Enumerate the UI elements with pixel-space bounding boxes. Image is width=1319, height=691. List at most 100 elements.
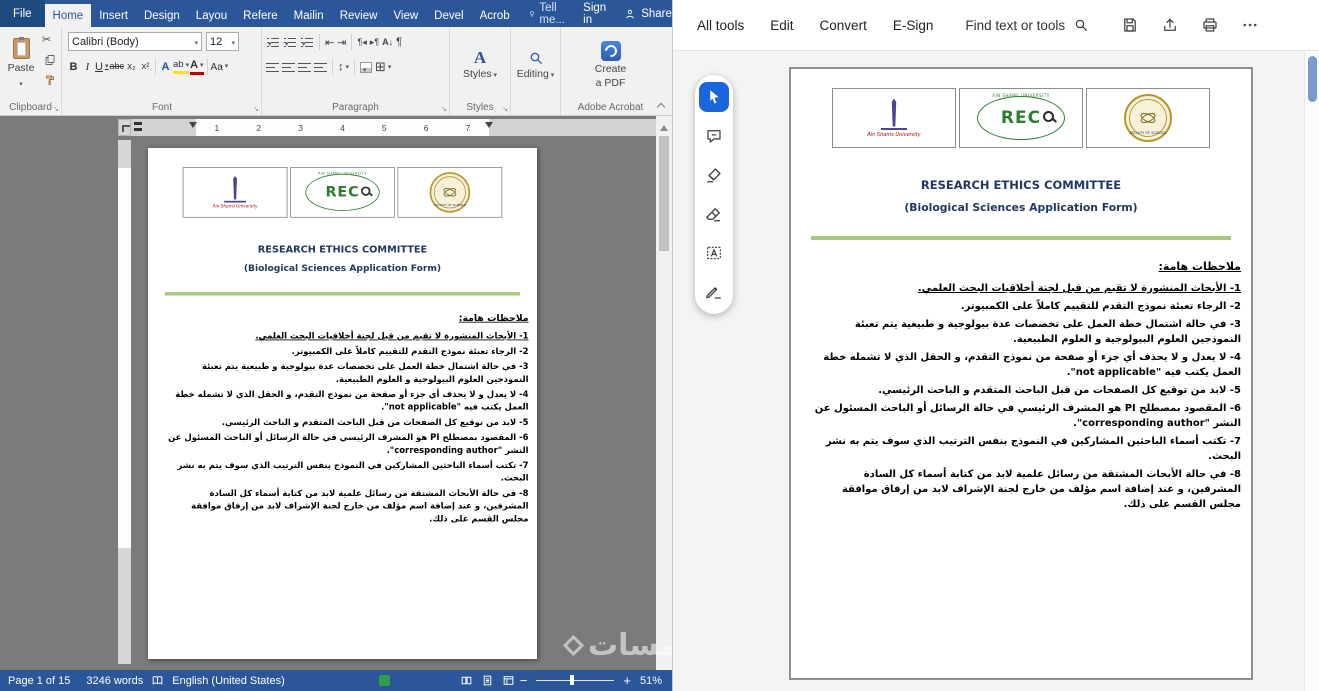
faculty-logo-caption: FACULTY OF SCIENCE (434, 203, 466, 207)
share-label: Share (641, 7, 672, 20)
word-vertical-scrollbar[interactable] (656, 116, 672, 670)
change-case-button[interactable]: Aa (211, 62, 229, 73)
more-options-button[interactable] (1235, 10, 1265, 40)
indent-marker[interactable] (189, 122, 197, 132)
font-group-label: Font (151, 102, 172, 113)
tab-developer[interactable]: Devel (426, 4, 471, 27)
superscript-button[interactable]: x² (139, 61, 152, 72)
menu-esign[interactable]: E-Sign (893, 18, 934, 33)
page-count-status[interactable]: Page 1 of 15 (0, 675, 78, 687)
eraser-tool[interactable] (699, 199, 729, 229)
tab-view[interactable]: View (385, 4, 426, 27)
decrease-indent-button[interactable] (325, 36, 334, 49)
subscript-button[interactable]: x₂ (125, 61, 138, 72)
dialog-launcher-icon[interactable] (502, 105, 508, 113)
dialog-launcher-icon[interactable] (53, 105, 59, 113)
justify-button[interactable] (314, 62, 327, 72)
highlight-color-button[interactable]: ab (172, 59, 190, 74)
cut-button[interactable] (42, 32, 58, 47)
read-mode-icon[interactable] (460, 674, 473, 687)
font-name-dropdown[interactable]: Calibri (Body) (68, 32, 202, 51)
paste-button[interactable]: Paste (3, 31, 39, 95)
align-center-button[interactable] (282, 62, 295, 72)
web-layout-icon[interactable] (502, 674, 515, 687)
add-text-tool[interactable] (699, 238, 729, 268)
underline-button[interactable]: U (95, 61, 108, 73)
proofing-book-icon[interactable] (151, 674, 164, 687)
multilevel-list-button[interactable] (300, 36, 314, 48)
align-left-button[interactable] (266, 62, 279, 72)
tab-acrobat[interactable]: Acrob (472, 4, 518, 27)
scrollbar-thumb[interactable] (659, 136, 669, 251)
print-layout-icon[interactable] (481, 674, 494, 687)
clipboard-small-buttons (42, 32, 58, 87)
menu-convert[interactable]: Convert (820, 18, 867, 33)
strikethrough-button[interactable]: abc (109, 61, 124, 72)
tab-references[interactable]: Refere (235, 4, 286, 27)
sort-button[interactable] (382, 37, 393, 47)
bullet-list-button[interactable] (266, 36, 280, 48)
tab-layout[interactable]: Layou (188, 4, 235, 27)
word-count-status[interactable]: 3246 words (78, 675, 151, 687)
styles-button[interactable]: A Styles (452, 31, 508, 99)
borders-button[interactable] (375, 59, 391, 75)
collapse-ribbon-button[interactable] (657, 101, 666, 110)
zoom-level[interactable]: 51% (636, 675, 672, 687)
highlight-tool[interactable] (699, 160, 729, 190)
align-right-button[interactable] (298, 62, 311, 72)
font-size-dropdown[interactable]: 12 (206, 32, 239, 51)
share-upload-button[interactable] (1155, 10, 1185, 40)
scroll-up-arrow-icon[interactable] (660, 121, 668, 131)
format-painter-button[interactable] (42, 72, 58, 87)
print-button[interactable] (1195, 10, 1225, 40)
tab-review[interactable]: Review (332, 4, 386, 27)
rtl-text-direction-button[interactable] (357, 37, 366, 48)
dialog-launcher-icon[interactable] (441, 105, 447, 113)
zoom-slider-thumb[interactable] (570, 675, 575, 685)
dialog-launcher-icon[interactable] (253, 105, 259, 113)
tab-file[interactable]: File (0, 0, 45, 27)
italic-button[interactable]: I (81, 61, 94, 73)
scrollbar-thumb[interactable] (1308, 56, 1317, 102)
ltr-text-direction-button[interactable] (370, 37, 379, 48)
sign-in-button[interactable]: Sign in (575, 0, 614, 27)
tab-home[interactable]: Home (44, 4, 92, 27)
find-text-or-tools[interactable]: Find text or tools (965, 17, 1089, 33)
text-effects-button[interactable]: A (159, 61, 172, 73)
document-area: 1 2 3 4 5 6 7 Ain Shams University AIN S… (0, 116, 672, 670)
menu-edit[interactable]: Edit (770, 18, 793, 33)
macro-status-icon[interactable] (378, 675, 390, 686)
tab-insert[interactable]: Insert (91, 4, 136, 27)
ruler-number: 2 (256, 122, 262, 133)
tab-mailings[interactable]: Mailin (286, 4, 332, 27)
indent-marker[interactable] (485, 122, 493, 132)
copy-button[interactable] (42, 52, 58, 67)
line-spacing-button[interactable] (338, 61, 349, 73)
shading-button[interactable] (360, 61, 373, 73)
show-paragraph-marks-button[interactable] (396, 36, 402, 48)
acrobat-vertical-scrollbar[interactable] (1304, 51, 1319, 691)
zoom-out-button[interactable] (515, 673, 533, 688)
language-status[interactable]: English (United States) (164, 675, 293, 687)
save-button[interactable] (1115, 10, 1145, 40)
tab-stop-markers[interactable] (134, 122, 142, 132)
zoom-in-button[interactable] (618, 673, 636, 688)
ruler-number: 6 (423, 122, 429, 133)
tab-design[interactable]: Design (136, 4, 188, 27)
vertical-ruler[interactable] (118, 140, 131, 664)
horizontal-ruler[interactable]: 1 2 3 4 5 6 7 (131, 119, 656, 136)
editing-button[interactable]: Editing (513, 31, 558, 99)
select-tool[interactable] (699, 82, 729, 112)
increase-indent-button[interactable] (337, 36, 346, 49)
word-document-page[interactable]: Ain Shams University AIN SHAMS UNIVERSIT… (148, 148, 537, 659)
zoom-slider[interactable] (536, 675, 615, 685)
bold-button[interactable]: B (67, 61, 80, 73)
tell-me-box[interactable]: Tell me... (522, 0, 576, 27)
add-comment-tool[interactable] (699, 121, 729, 151)
font-color-button[interactable]: A (190, 59, 204, 75)
menu-all-tools[interactable]: All tools (697, 18, 744, 33)
fill-and-sign-tool[interactable] (699, 277, 729, 307)
numbered-list-button[interactable] (283, 36, 297, 48)
tab-selector[interactable] (118, 119, 131, 136)
create-pdf-button[interactable]: Create a PDF (563, 31, 658, 99)
